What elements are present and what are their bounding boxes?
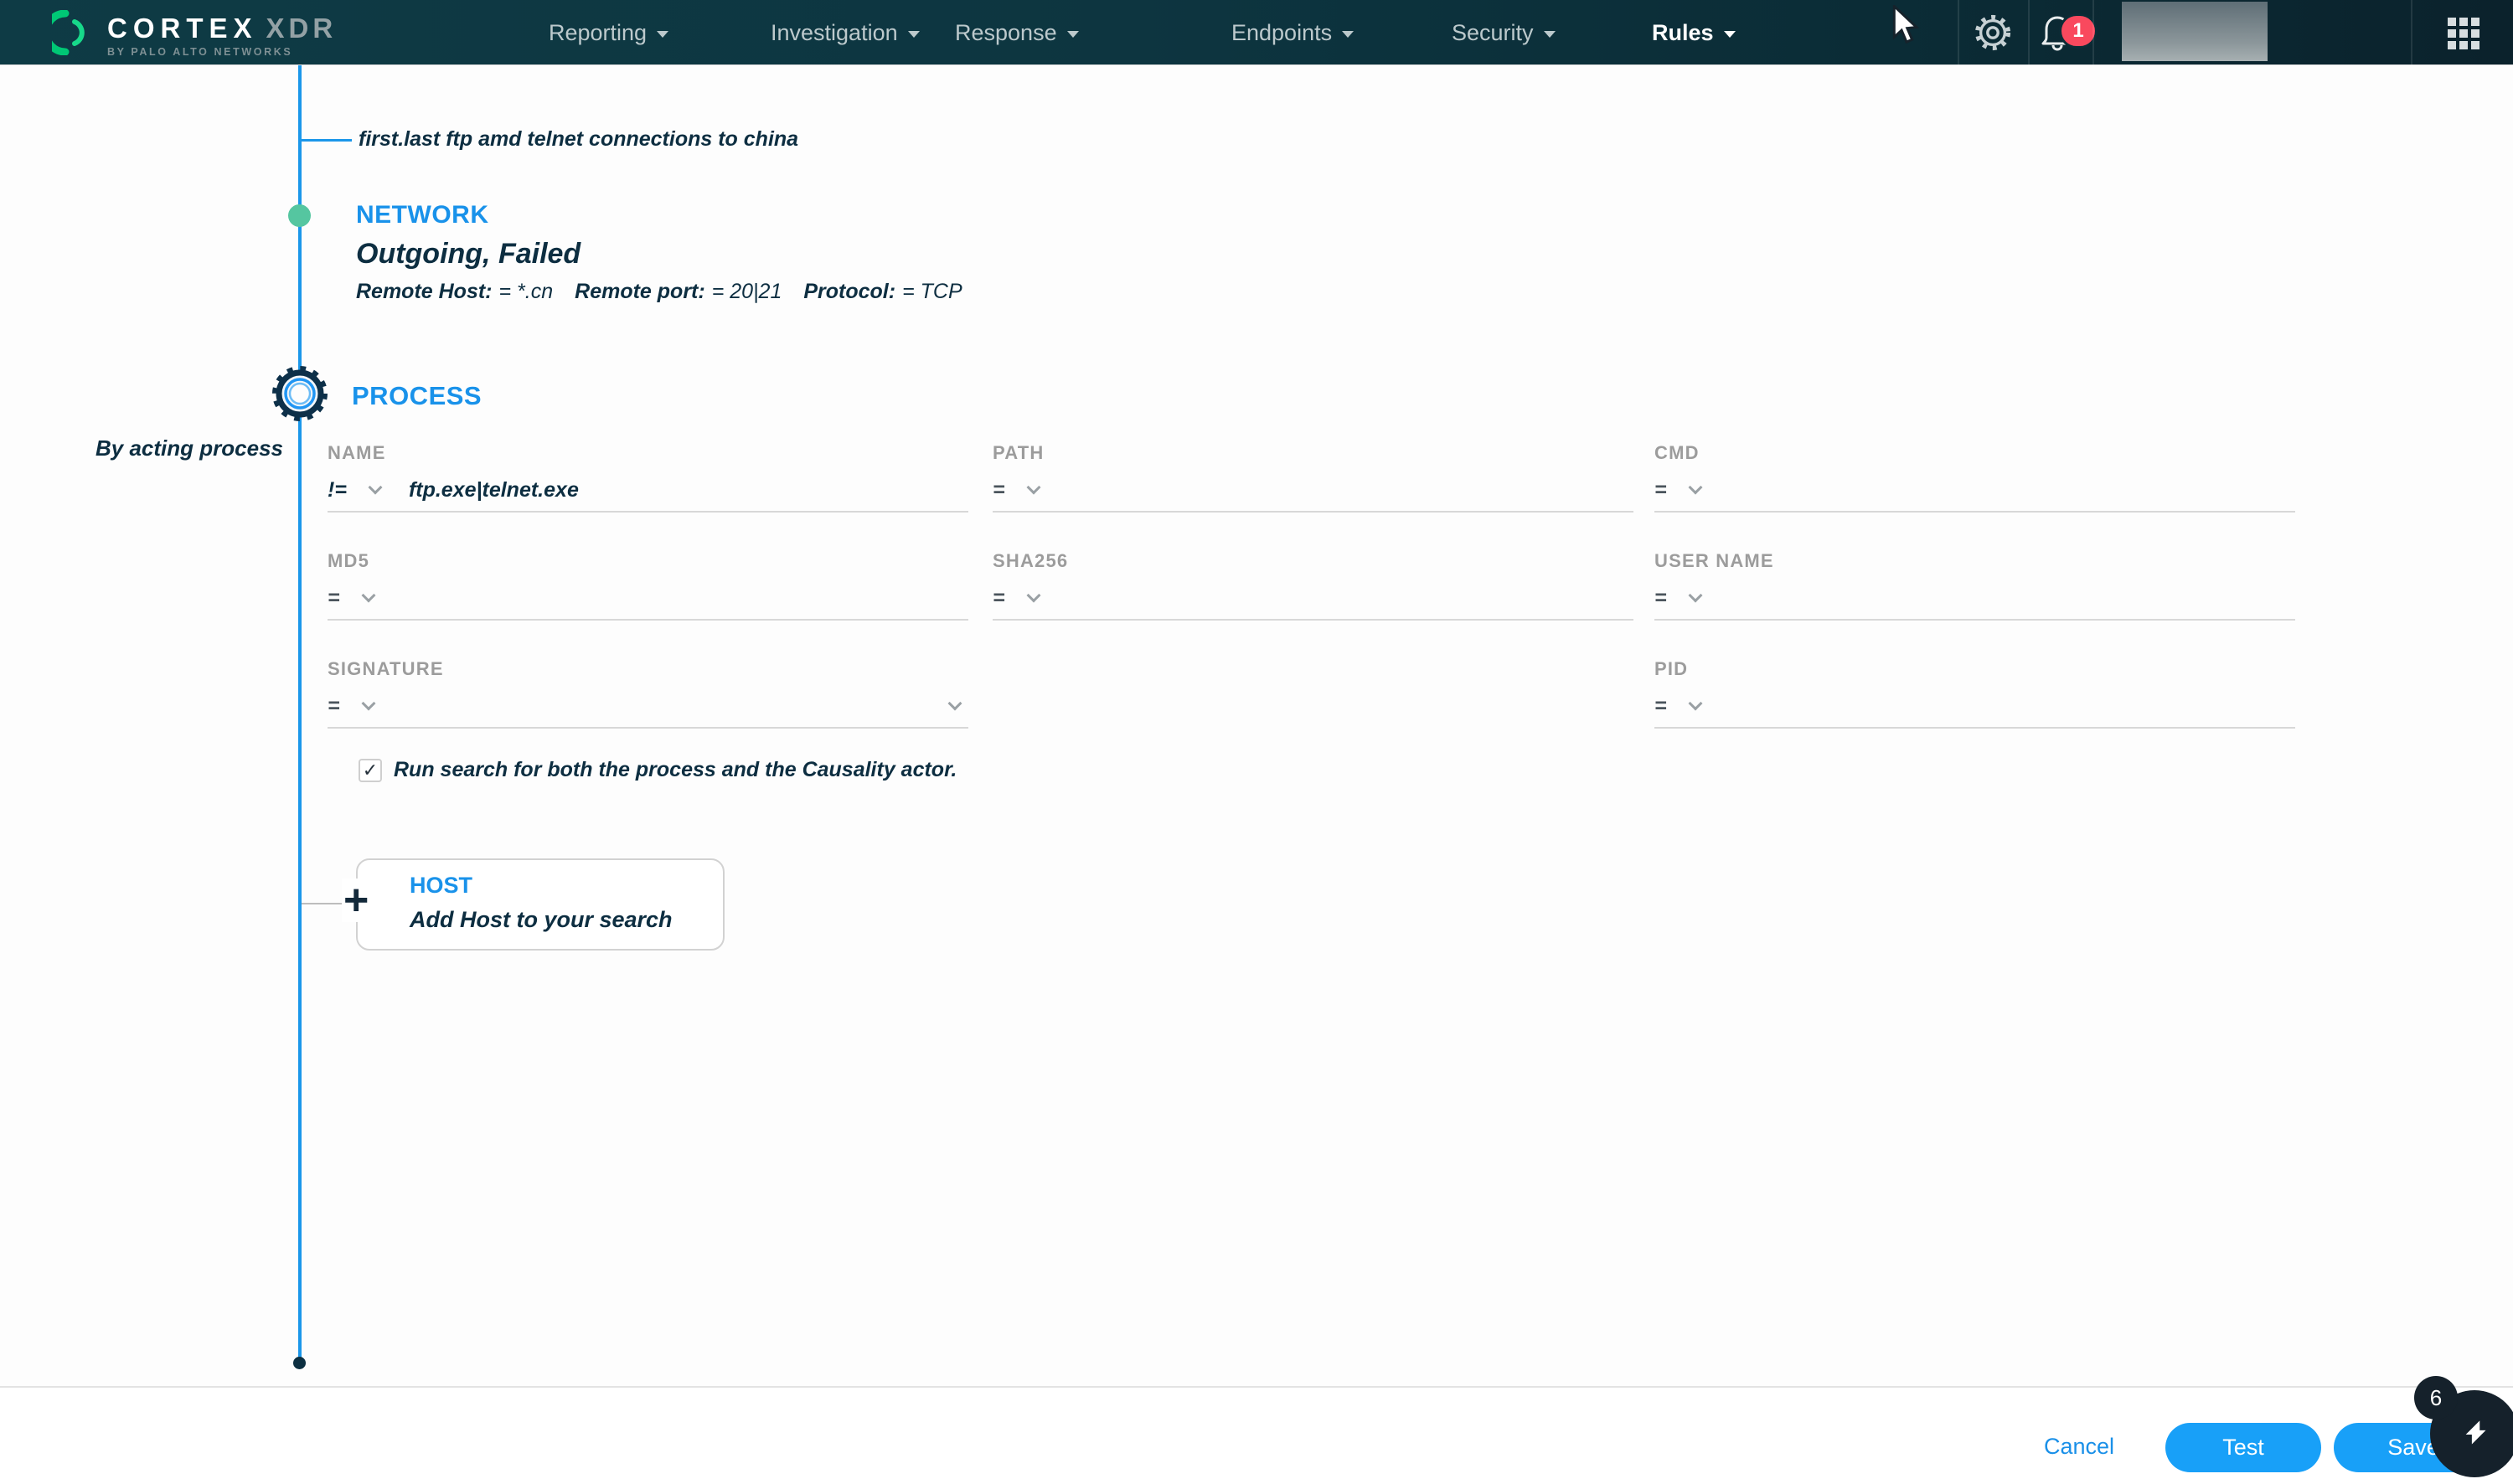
top-navigation-bar: CORTEX XDR BY PALO ALTO NETWORKS Reporti…	[0, 0, 2513, 65]
host-card-heading[interactable]: HOST	[410, 873, 472, 899]
field-sha256-label: SHA256	[993, 550, 1069, 571]
chevron-down-icon	[1066, 31, 1079, 38]
field-pid-input[interactable]: =	[1654, 690, 2295, 729]
chevron-down-icon[interactable]	[1688, 696, 1703, 711]
field-user-name-operator[interactable]: =	[1654, 586, 1667, 611]
field-signature-select[interactable]: =	[328, 690, 968, 729]
field-name-operator[interactable]: !=	[328, 478, 347, 502]
chevron-down-icon[interactable]	[361, 588, 376, 603]
cortex-logo-icon	[42, 9, 92, 59]
field-path: PATH =	[993, 442, 1633, 513]
field-md5: MD5 =	[328, 550, 968, 621]
nav-item-endpoints[interactable]: Endpoints	[1231, 0, 1355, 65]
chevron-down-icon	[907, 31, 920, 38]
field-md5-input[interactable]: =	[328, 582, 968, 621]
field-user-name-label: USER NAME	[1654, 550, 1774, 571]
chevron-down-icon[interactable]	[1688, 588, 1703, 603]
timeline-end-dot	[293, 1357, 306, 1369]
field-sha256-operator[interactable]: =	[993, 586, 1005, 611]
nav-separator	[1958, 0, 1959, 65]
brand-suffix: XDR	[266, 12, 338, 44]
chevron-down-icon	[1543, 31, 1556, 38]
field-signature: SIGNATURE =	[328, 658, 968, 729]
settings-button[interactable]	[1970, 0, 2015, 65]
process-node-gear-icon	[268, 362, 332, 425]
nav-separator	[2092, 0, 2094, 65]
cancel-button[interactable]: Cancel	[2044, 1434, 2114, 1460]
plus-icon[interactable]: +	[342, 879, 371, 922]
brand-tagline: BY PALO ALTO NETWORKS	[107, 45, 293, 58]
chevron-down-icon[interactable]	[1688, 480, 1703, 495]
nav-item-investigation[interactable]: Investigation	[771, 0, 920, 65]
field-user-name-input[interactable]: =	[1654, 582, 2295, 621]
brand-name: CORTEX	[107, 12, 258, 44]
field-signature-label: SIGNATURE	[328, 658, 444, 679]
process-side-label: By acting process	[95, 435, 283, 461]
field-name-label: NAME	[328, 442, 386, 463]
criterion-remote-port: Remote port: = 20|21	[575, 280, 782, 303]
footer-action-bar	[0, 1386, 2513, 1484]
title-connector-line	[300, 139, 352, 142]
field-user-name: USER NAME =	[1654, 550, 2295, 621]
nav-item-rules[interactable]: Rules	[1652, 0, 1736, 65]
nav-item-response[interactable]: Response	[955, 0, 1079, 65]
field-name-input[interactable]: != ftp.exe|telnet.exe	[328, 474, 968, 513]
gear-icon	[1974, 14, 2011, 51]
user-account-area[interactable]	[2122, 2, 2268, 61]
field-pid-operator[interactable]: =	[1654, 694, 1667, 719]
chevron-down-icon[interactable]	[1026, 480, 1041, 495]
network-criteria: Remote Host: = *.cn Remote port: = 20|21 P…	[356, 280, 984, 304]
field-signature-operator[interactable]: =	[328, 694, 340, 719]
causality-checkbox-row: Run search for both the process and the …	[359, 758, 957, 782]
chevron-down-icon	[1342, 31, 1355, 38]
brand-logo[interactable]: CORTEX XDR BY PALO ALTO NETWORKS	[42, 9, 338, 59]
process-section-heading[interactable]: PROCESS	[352, 381, 482, 411]
field-name-value[interactable]: ftp.exe|telnet.exe	[409, 478, 579, 502]
chevron-down-icon[interactable]	[947, 696, 962, 711]
nav-item-reporting[interactable]: Reporting	[549, 0, 669, 65]
field-path-input[interactable]: =	[993, 474, 1633, 513]
field-sha256: SHA256 =	[993, 550, 1633, 621]
nav-separator	[2028, 0, 2030, 65]
field-md5-operator[interactable]: =	[328, 586, 340, 611]
chevron-down-icon[interactable]	[368, 480, 383, 495]
mouse-cursor	[1891, 3, 1922, 51]
nav-item-security[interactable]: Security	[1452, 0, 1556, 65]
chevron-down-icon[interactable]	[361, 696, 376, 711]
field-pid: PID =	[1654, 658, 2295, 729]
criterion-remote-host: Remote Host: = *.cn	[356, 280, 554, 303]
field-pid-label: PID	[1654, 658, 1689, 679]
criterion-protocol: Protocol: = TCP	[803, 280, 962, 303]
rule-title: first.last ftp amd telnet connections to…	[359, 127, 799, 151]
chevron-down-icon	[1723, 31, 1736, 38]
causality-checkbox-label: Run search for both the process and the …	[394, 758, 957, 781]
chevron-down-icon[interactable]	[1026, 588, 1041, 603]
rule-timeline-line	[298, 65, 302, 1363]
guidance-widget-badge[interactable]: 6	[2414, 1376, 2458, 1420]
field-name: NAME != ftp.exe|telnet.exe	[328, 442, 968, 513]
host-card-subtitle: Add Host to your search	[410, 907, 673, 932]
field-path-operator[interactable]: =	[993, 478, 1005, 502]
nav-separator	[2411, 0, 2412, 65]
field-cmd-operator[interactable]: =	[1654, 478, 1667, 502]
guidance-flag-icon	[2465, 1420, 2486, 1445]
test-button[interactable]: Test	[2165, 1423, 2321, 1472]
field-path-label: PATH	[993, 442, 1045, 463]
field-cmd-input[interactable]: =	[1654, 474, 2295, 513]
cortex-xdr-app: CORTEX XDR BY PALO ALTO NETWORKS Reporti…	[0, 0, 2513, 1484]
chevron-down-icon	[657, 31, 669, 38]
network-section-heading[interactable]: NETWORK	[356, 201, 488, 229]
network-node-dot	[288, 204, 311, 227]
field-md5-label: MD5	[328, 550, 370, 571]
field-cmd: CMD =	[1654, 442, 2295, 513]
app-launcher-button[interactable]	[2448, 18, 2479, 49]
field-sha256-input[interactable]: =	[993, 582, 1633, 621]
causality-checkbox[interactable]	[359, 758, 382, 782]
field-cmd-label: CMD	[1654, 442, 1700, 463]
network-subtitle: Outgoing, Failed	[356, 238, 581, 270]
